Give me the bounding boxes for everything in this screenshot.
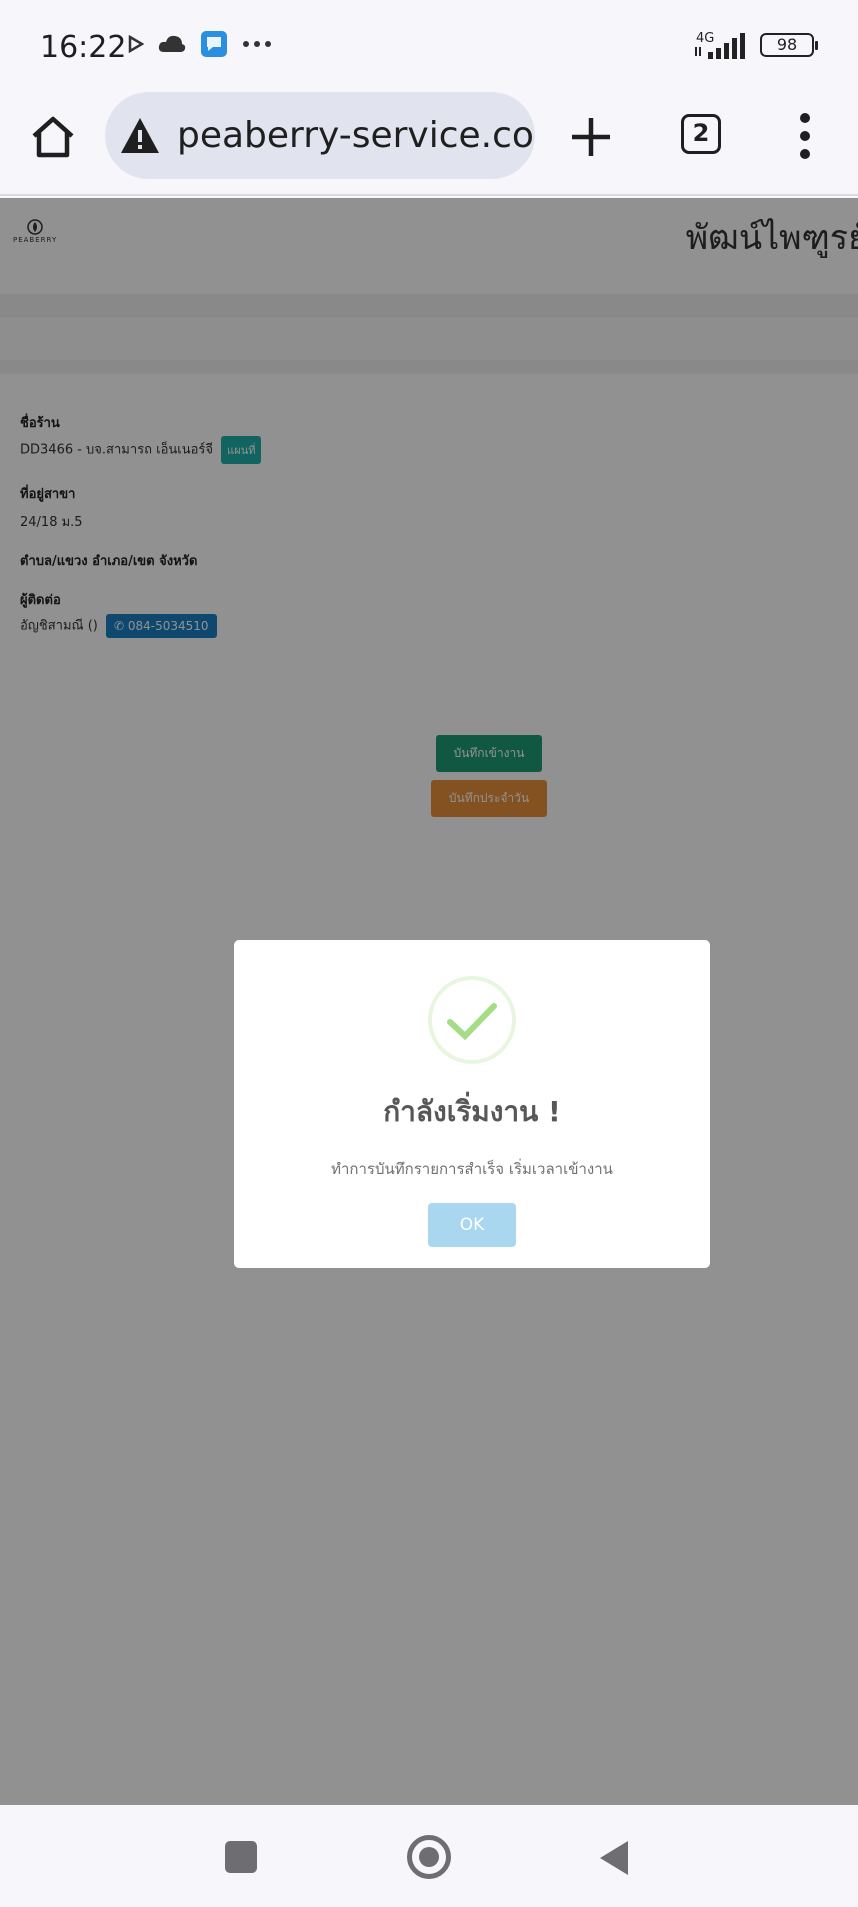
- message-app-icon: [201, 31, 227, 57]
- cloud-icon: [158, 35, 186, 52]
- status-time: 16:22: [40, 30, 127, 65]
- svg-text:4G: 4G: [696, 31, 714, 46]
- success-dialog: กำลังเริ่มงาน ! ทำการบันทึกรายการสำเร็จ …: [234, 940, 710, 1268]
- status-right-icons: 4G 98: [694, 30, 818, 60]
- status-bar: 16:22 4G 98: [0, 0, 858, 92]
- battery-indicator: 98: [760, 33, 818, 57]
- navigation-bar: [0, 1805, 858, 1907]
- signal-4g-icon: 4G: [695, 31, 745, 59]
- web-page: PEABERRY พัฒน์ไพฑูรย์ ชื่อร้าน DD3466 - …: [0, 198, 858, 1805]
- play-store-icon: [128, 35, 144, 53]
- home-icon[interactable]: [28, 112, 78, 162]
- tab-switcher-button[interactable]: 2: [681, 114, 721, 154]
- status-left-icons: [128, 30, 272, 58]
- address-bar[interactable]: peaberry-service.com/: [105, 92, 535, 179]
- more-dots-icon: [243, 41, 271, 47]
- ok-button[interactable]: OK: [428, 1203, 516, 1247]
- browser-toolbar: peaberry-service.com/ 2: [0, 92, 858, 196]
- overflow-menu-icon[interactable]: [796, 112, 814, 160]
- url-text[interactable]: peaberry-service.com/: [177, 115, 535, 156]
- home-circle-icon[interactable]: [407, 1835, 451, 1879]
- dialog-message: ทำการบันทึกรายการสำเร็จ เริ่มเวลาเข้างาน: [331, 1160, 613, 1178]
- back-icon[interactable]: [598, 1839, 630, 1877]
- recent-apps-icon[interactable]: [225, 1841, 257, 1873]
- dialog-title: กำลังเริ่มงาน !: [383, 1095, 561, 1128]
- success-check-icon: [428, 976, 516, 1064]
- warning-icon[interactable]: [119, 115, 161, 157]
- new-tab-icon[interactable]: [568, 114, 614, 160]
